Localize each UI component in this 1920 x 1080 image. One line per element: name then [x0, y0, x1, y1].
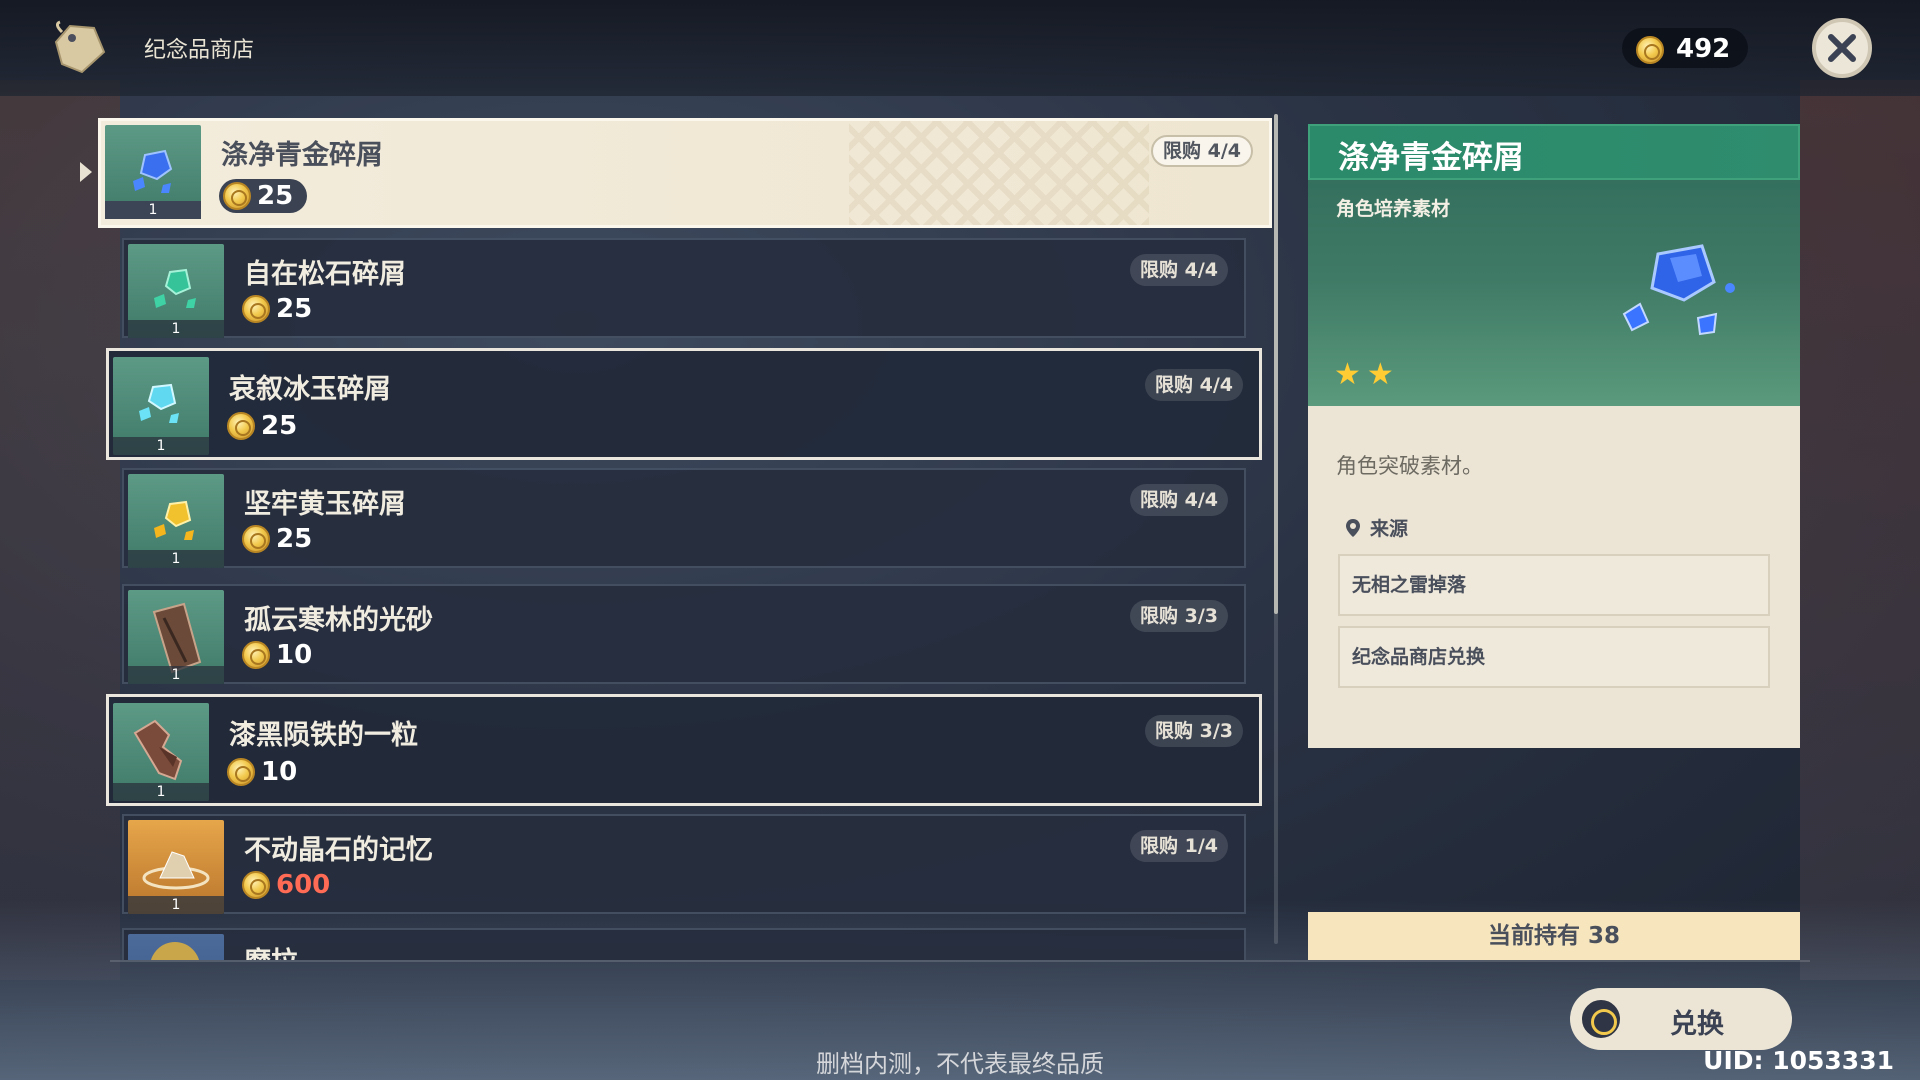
- item-thumbnail: 1: [113, 357, 209, 455]
- uid-display: UID: 1053331: [1703, 1046, 1894, 1075]
- purchase-limit-badge: 限购 1/4: [1130, 830, 1228, 862]
- purchase-limit-badge: 限购 3/3: [1130, 600, 1228, 632]
- source-item[interactable]: 无相之雷掉落: [1338, 554, 1770, 616]
- item-name: 涤净青金碎屑: [221, 140, 383, 171]
- scrollbar-thumb[interactable]: [1274, 114, 1278, 614]
- item-count: 1: [128, 320, 224, 338]
- item-count: 1: [113, 437, 209, 455]
- item-detail-panel: 涤净青金碎屑 角色培养素材 ★ ★ 角色突破素材。 来源 无相之雷掉落 纪念品商…: [1308, 124, 1800, 748]
- item-thumbnail: [128, 934, 224, 960]
- list-item[interactable]: 1 漆黑陨铁的一粒 10 限购 3/3: [106, 694, 1262, 806]
- detail-item-name: 涤净青金碎屑: [1338, 140, 1524, 176]
- currency-display: 492: [1622, 28, 1748, 68]
- list-divider: [110, 960, 1810, 962]
- source-label: 来源: [1370, 518, 1409, 540]
- item-price: 600: [242, 870, 330, 900]
- detail-header: 涤净青金碎屑 角色培养素材 ★ ★: [1308, 124, 1800, 406]
- mora-coin-icon: [223, 182, 251, 210]
- price-value: 10: [276, 640, 313, 670]
- item-name: 摩拉: [244, 940, 298, 960]
- stone-memory-icon: [142, 851, 210, 890]
- star-icon: ★: [1366, 357, 1394, 392]
- yellow-gem-icon: [154, 500, 194, 540]
- star-icon: ★: [1334, 357, 1361, 392]
- selection-arrow-icon: [80, 162, 92, 182]
- item-thumbnail: 1: [128, 244, 224, 338]
- background-right: [1800, 80, 1920, 980]
- item-name: 漆黑陨铁的一粒: [229, 720, 418, 751]
- item-thumbnail: 1: [105, 125, 201, 219]
- list-item[interactable]: 1 孤云寒林的光砂 10 限购 3/3: [122, 584, 1246, 684]
- purchase-limit-badge: 限购 4/4: [1130, 484, 1228, 516]
- detail-title-bar: 涤净青金碎屑: [1308, 124, 1800, 180]
- price-value: 10: [261, 757, 298, 787]
- item-count: 1: [105, 201, 201, 219]
- location-pin-icon: [1346, 518, 1360, 537]
- source-heading: 来源: [1346, 514, 1408, 541]
- mora-coin-icon: [242, 871, 270, 899]
- owned-count: 当前持有 38: [1308, 912, 1800, 960]
- purchase-limit-badge: 限购 3/3: [1145, 715, 1243, 747]
- list-item[interactable]: 1 不动晶石的记忆 600 限购 1/4: [122, 814, 1246, 914]
- row-decoration: [849, 121, 1149, 225]
- mora-coin-icon: [242, 641, 270, 669]
- iron-chunk-icon: [133, 719, 183, 781]
- list-item[interactable]: 1 坚牢黄玉碎屑 25 限购 4/4: [122, 468, 1246, 568]
- item-count: 1: [128, 666, 224, 684]
- item-thumbnail: 1: [128, 590, 224, 684]
- item-name: 不动晶石的记忆: [244, 835, 433, 866]
- list-item-selected[interactable]: 1 涤净青金碎屑 25 限购 4/4: [98, 118, 1272, 228]
- list-item[interactable]: 1 哀叙冰玉碎屑 25 限购 4/4: [106, 348, 1262, 460]
- purchase-limit-badge: 限购 4/4: [1145, 369, 1243, 401]
- item-thumbnail: 1: [128, 474, 224, 568]
- price-value: 25: [257, 181, 294, 211]
- item-count: 1: [128, 896, 224, 914]
- item-name: 坚牢黄玉碎屑: [244, 489, 406, 520]
- item-thumbnail: 1: [113, 703, 209, 801]
- rarity-stars: ★ ★: [1334, 360, 1394, 390]
- item-thumbnail: 1: [128, 820, 224, 914]
- price-value: 25: [276, 294, 313, 324]
- blue-gem-icon: [133, 149, 173, 193]
- source-item[interactable]: 纪念品商店兑换: [1338, 626, 1770, 688]
- exchange-label: 兑换: [1670, 1009, 1724, 1040]
- list-item[interactable]: 摩拉: [122, 928, 1246, 960]
- item-price: 10: [227, 757, 297, 787]
- detail-item-type: 角色培养素材: [1336, 198, 1451, 220]
- item-list-area: 1 涤净青金碎屑 25 限购 4/4 1 自在松石碎屑 25 限购 4/4 1 …: [0, 0, 1300, 960]
- price-value: 25: [261, 411, 298, 441]
- mora-icon: [150, 942, 200, 960]
- item-count: 1: [128, 550, 224, 568]
- mora-coin-icon: [242, 525, 270, 553]
- item-price: 25: [219, 179, 308, 213]
- blue-gem-icon: [1622, 244, 1735, 336]
- close-icon: [1828, 34, 1856, 62]
- item-name: 自在松石碎屑: [244, 259, 406, 290]
- list-item[interactable]: 1 自在松石碎屑 25 限购 4/4: [122, 238, 1246, 338]
- item-price: 25: [242, 294, 312, 324]
- purchase-limit-badge: 限购 4/4: [1151, 135, 1253, 167]
- mora-coin-icon: [227, 412, 255, 440]
- item-price: 25: [242, 524, 312, 554]
- purchase-limit-badge: 限购 4/4: [1130, 254, 1228, 286]
- price-value: 600: [276, 870, 331, 900]
- cyan-gem-icon: [139, 383, 179, 423]
- item-name: 哀叙冰玉碎屑: [229, 374, 391, 405]
- currency-amount: 492: [1676, 34, 1731, 64]
- price-value: 25: [276, 524, 313, 554]
- mora-coin-icon: [1636, 36, 1664, 64]
- item-count: 1: [113, 783, 209, 801]
- mora-coin-icon: [227, 758, 255, 786]
- exchange-button[interactable]: 兑换: [1570, 988, 1792, 1050]
- item-name: 孤云寒林的光砂: [244, 605, 433, 636]
- confirm-circle-icon: [1582, 1000, 1620, 1038]
- beta-notice: 删档内测，不代表最终品质: [816, 1050, 1104, 1078]
- detail-description: 角色突破素材。: [1336, 454, 1483, 478]
- mora-coin-icon: [242, 295, 270, 323]
- green-gem-icon: [154, 268, 196, 308]
- close-button[interactable]: [1812, 18, 1872, 78]
- item-price: 10: [242, 640, 312, 670]
- item-price: 25: [227, 411, 297, 441]
